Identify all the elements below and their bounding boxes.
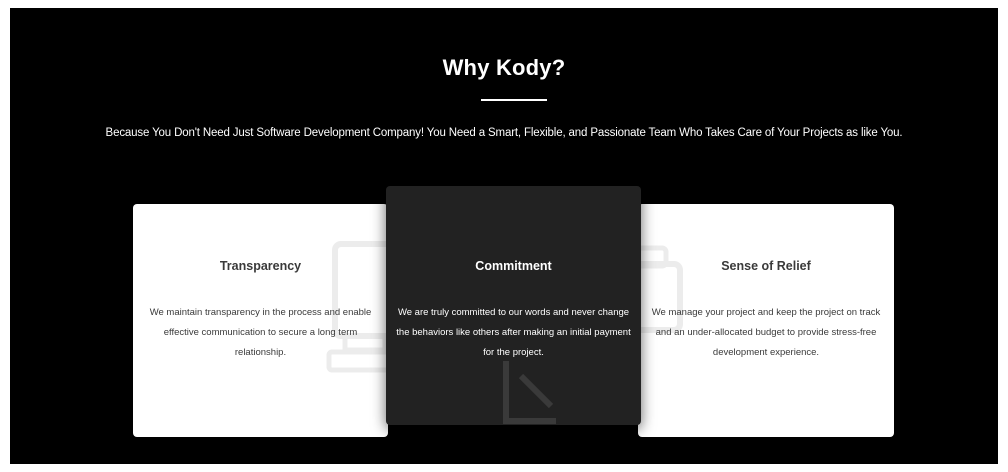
card-description: We manage your project and keep the proj… <box>651 307 881 358</box>
card-sense-of-relief: Sense of Relief We manage your project a… <box>638 204 894 437</box>
card-transparency: Transparency We maintain transparency in… <box>133 204 388 437</box>
section-subtitle: Because You Don't Need Just Software Dev… <box>105 127 903 139</box>
card-commitment: Commitment We are truly committed to our… <box>386 186 641 425</box>
card-description: We maintain transparency in the process … <box>149 307 372 358</box>
card-title: Commitment <box>475 259 552 273</box>
section-heading: Why Kody? <box>442 55 566 80</box>
card-title: Sense of Relief <box>721 259 811 273</box>
heading-divider <box>481 99 547 101</box>
why-kody-section: Why Kody? Because You Don't Need Just So… <box>10 8 998 464</box>
card-description: We are truly committed to our words and … <box>396 307 631 358</box>
card-title: Transparency <box>219 259 302 273</box>
